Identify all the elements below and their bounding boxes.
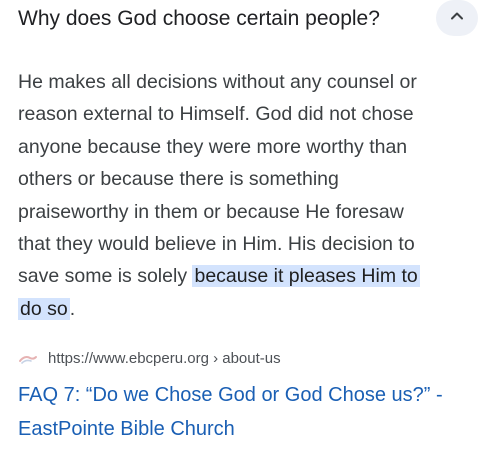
- answer-text-plain: save some is solely: [18, 265, 193, 288]
- answer-line: He makes all decisions without any couns…: [18, 71, 417, 93]
- answer-line: others or because there is something: [18, 168, 339, 191]
- source-url[interactable]: https://www.ebcperu.org › about-us: [48, 350, 281, 367]
- answer-line: do so.: [18, 293, 486, 325]
- source-row[interactable]: https://www.ebcperu.org › about-us: [18, 346, 281, 370]
- collapse-button[interactable]: [436, 0, 478, 36]
- question-header[interactable]: Why does God choose certain people?: [0, 0, 500, 44]
- site-favicon-icon: [18, 348, 38, 368]
- chevron-up-icon: [449, 8, 465, 29]
- highlighted-answer: do so: [18, 297, 70, 320]
- answer-line: save some is solely because it pleases H…: [18, 260, 486, 292]
- question-title: Why does God choose certain people?: [18, 7, 380, 30]
- answer-line: reason external to Himself. God did not …: [18, 103, 414, 126]
- answer-line: anyone because they were more worthy tha…: [18, 135, 408, 158]
- answer-line: praiseworthy in them or because He fores…: [18, 200, 404, 223]
- answer-line: that they would believe in Him. His deci…: [18, 233, 415, 256]
- highlighted-answer: because it pleases Him to: [192, 265, 420, 288]
- answer-text-plain: .: [69, 297, 76, 320]
- result-title-link[interactable]: FAQ 7: “Do we Chose God or God Chose us?…: [18, 378, 494, 446]
- answer-snippet: He makes all decisions without any couns…: [18, 66, 486, 325]
- result-title-line: FAQ 7: “Do we Chose God or God Chose us?…: [18, 384, 443, 406]
- result-title-line: EastPointe Bible Church: [18, 418, 235, 440]
